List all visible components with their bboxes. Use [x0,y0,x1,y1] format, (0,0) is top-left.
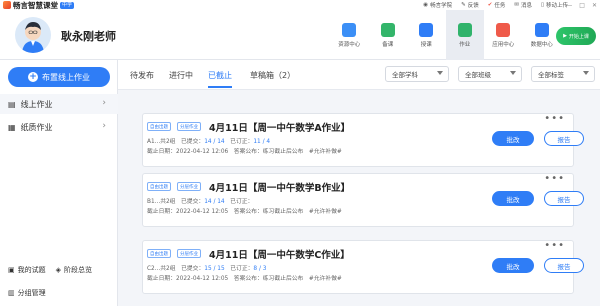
tab-ongoing[interactable]: 进行中 [169,70,193,81]
lesson-prep-icon [380,22,395,37]
submission-stats: C2...共2组 已提交：15 / 15 已订正：8 / 3 [147,266,267,272]
active-tab-indicator [208,86,232,88]
caret-down-icon [510,71,516,75]
label-filter[interactable]: 全部标签 [531,66,595,82]
tool-resource-center[interactable]: 资源中心 [330,10,369,60]
tab-ended[interactable]: 已截止 [208,70,232,81]
tag-free-question: 自由出题 [147,122,171,131]
title-bar: 畅言智慧课堂 中学 ◉ 畅言学院 ✎ 反馈 ✔ 任务 ✉ 消息 ▯ 移动上传 — □ ✕ [0,0,600,10]
sidebar-bottom-links: ▣ 我的试题 ◈ 阶段总览 ▥ 分组管理 [0,265,118,298]
deadline-info: 截止日期：2022-04-12 12:06 答案公布：练习截止后公布 #允许补做… [147,149,342,155]
play-icon: ▶ [563,33,567,39]
teaching-icon [419,22,434,37]
top-link-message[interactable]: ✉ 消息 [514,1,532,9]
grade-button[interactable]: 批改 [492,191,534,206]
tag-layered-homework: 分层作业 [177,249,201,258]
tab-drafts[interactable]: 草稿箱（2） [250,70,295,81]
resource-center-icon [342,22,357,37]
main-content: 待发布 进行中 已截止 草稿箱（2） 全部学科 全部班级 全部标签 ••• 自由… [118,60,600,306]
sidebar-link-my-questions[interactable]: ▣ 我的试题 [8,265,46,275]
status-tabs: 待发布 进行中 已截止 草稿箱（2） 全部学科 全部班级 全部标签 [118,60,600,90]
tool-homework[interactable]: 作业 [445,10,484,60]
subject-filter[interactable]: 全部学科 [385,66,449,82]
caret-down-icon [583,71,589,75]
grade-button[interactable]: 批改 [492,131,534,146]
top-link-school[interactable]: ◉ 畅言学院 [423,1,452,9]
caret-down-icon [437,71,443,75]
more-options-icon[interactable]: ••• [544,173,565,184]
sidebar-link-stage-overview[interactable]: ◈ 阶段总览 [56,265,92,275]
minimize-button[interactable]: — [566,2,572,9]
tool-teaching[interactable]: 授课 [407,10,446,60]
app-name: 畅言智慧课堂 [13,0,58,10]
homework-icon [457,22,472,37]
data-center-icon [534,22,549,37]
group-manage-icon: ▥ [8,289,15,297]
top-links: ◉ 畅言学院 ✎ 反馈 ✔ 任务 ✉ 消息 ▯ 移动上传 [423,0,568,10]
submission-stats: A1...共2组 已提交：14 / 14 已订正：11 / 4 [147,139,271,145]
tag-free-question: 自由出题 [147,249,171,258]
tool-app-center[interactable]: 应用中心 [484,10,523,60]
top-link-feedback[interactable]: ✎ 反馈 [461,1,479,9]
submission-stats: B1...共2组 已提交：14 / 14 已订正： [147,199,254,205]
close-button[interactable]: ✕ [592,2,597,9]
header: 耿永刚老师 资源中心 备课 授课 作业 应用中心 数据中心 ▶ 开始上课 [0,10,600,60]
sidebar-link-group-manage[interactable]: ▥ 分组管理 [8,288,46,298]
deadline-info: 截止日期：2022-04-12 12:05 答案公布：练习截止后公布 #允许补做… [147,276,342,282]
logo-icon [3,1,11,9]
tag-layered-homework: 分层作业 [177,122,201,131]
mobile-upload-icon: ▯ [540,2,544,8]
message-icon: ✉ [514,2,519,8]
school-icon: ◉ [423,2,429,8]
app-center-icon [496,22,511,37]
sidebar-item-paper-homework[interactable]: ▦ 纸质作业 › [0,117,118,137]
publish-online-homework-button[interactable]: + 布置线上作业 [8,67,110,87]
window-controls: — □ ✕ [566,0,597,10]
chevron-right-icon: › [102,98,106,108]
stage-overview-icon: ◈ [55,266,62,274]
homework-title[interactable]: 4月11日【周一中午数学B作业】 [209,180,350,194]
edition-badge: 中学 [60,1,75,9]
online-homework-icon: ▤ [8,99,16,109]
top-link-task[interactable]: ✔ 任务 [488,1,506,9]
deadline-info: 截止日期：2022-04-12 12:05 答案公布：练习截止后公布 #允许补做… [147,209,342,215]
grade-button[interactable]: 批改 [492,258,534,273]
homework-card[interactable]: ••• 自由出题 分层作业 4月11日【周一中午数学B作业】 B1...共2组 … [142,173,584,227]
tab-pending[interactable]: 待发布 [130,70,154,81]
homework-title[interactable]: 4月11日【周一中午数学C作业】 [209,247,350,261]
chevron-right-icon: › [102,121,106,131]
sidebar: + 布置线上作业 ▤ 线上作业 › ▦ 纸质作业 › ▣ 我的试题 ◈ 阶段总览 ▥… [0,60,118,306]
homework-card[interactable]: ••• 自由出题 分层作业 4月11日【周一中午数学A作业】 A1...共2组 … [142,113,584,167]
paper-homework-icon: ▦ [8,122,16,132]
report-button[interactable]: 报告 [544,191,584,206]
homework-card[interactable]: ••• 自由出题 分层作业 4月11日【周一中午数学C作业】 C2...共2组 … [142,240,584,294]
app-logo: 畅言智慧课堂 中学 [3,0,75,10]
report-button[interactable]: 报告 [544,131,584,146]
sidebar-item-online-homework[interactable]: ▤ 线上作业 › [0,94,118,114]
teacher-name: 耿永刚老师 [61,30,116,43]
tag-free-question: 自由出题 [147,182,171,191]
tag-layered-homework: 分层作业 [177,182,201,191]
class-filter[interactable]: 全部班级 [458,66,522,82]
more-options-icon[interactable]: ••• [544,113,565,124]
avatar[interactable] [15,17,51,53]
tool-lesson-prep[interactable]: 备课 [369,10,408,60]
maximize-button[interactable]: □ [579,2,585,9]
feedback-icon: ✎ [461,2,466,8]
start-class-button[interactable]: ▶ 开始上课 [556,27,596,45]
top-link-mobile-upload[interactable]: ▯ 移动上传 [541,1,568,9]
my-questions-icon: ▣ [8,266,15,274]
main-toolbar: 资源中心 备课 授课 作业 应用中心 数据中心 [330,10,561,60]
report-button[interactable]: 报告 [544,258,584,273]
homework-title[interactable]: 4月11日【周一中午数学A作业】 [209,120,350,134]
more-options-icon[interactable]: ••• [544,240,565,251]
task-icon: ✔ [487,2,493,8]
plus-icon: + [28,72,38,82]
